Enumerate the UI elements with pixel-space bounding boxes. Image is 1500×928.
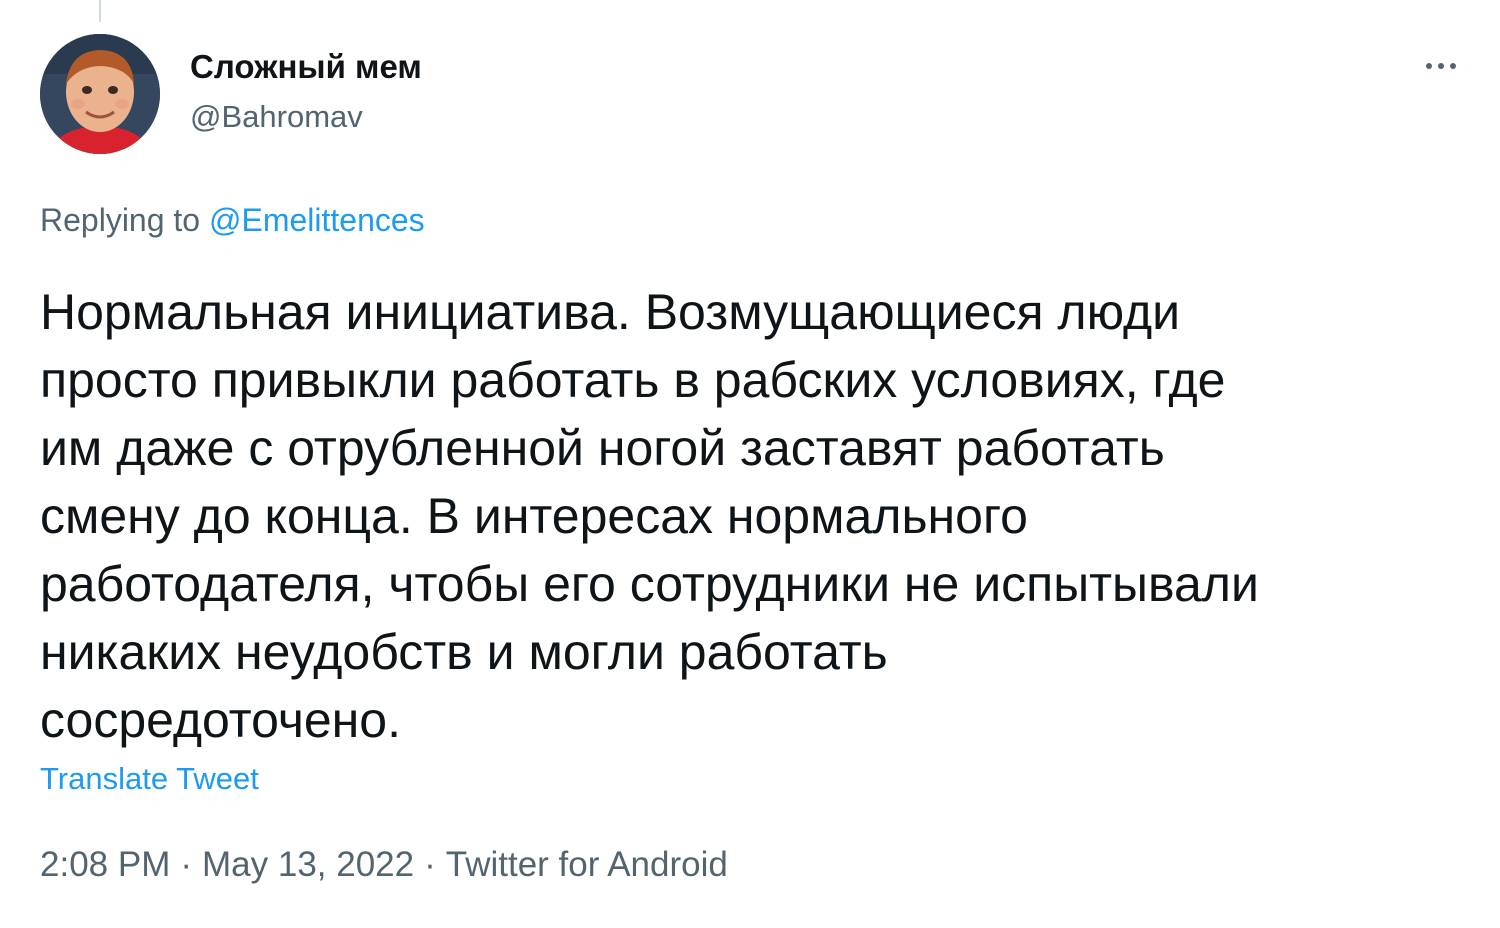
thread-connector-line bbox=[99, 0, 101, 22]
tweet-text-line: никаких неудобств и могли работать bbox=[40, 624, 888, 680]
tweet-time[interactable]: 2:08 PM bbox=[40, 845, 170, 884]
translate-tweet-link[interactable]: Translate Tweet bbox=[40, 758, 259, 800]
tweet-text-line: сосредоточено. bbox=[40, 692, 401, 748]
tweet-text-line: Нормальная инициатива. Возмущающиеся люд… bbox=[40, 284, 1181, 340]
author-info: Сложный мем @Bahromav bbox=[190, 44, 422, 140]
replying-to-mention-link[interactable]: @Emelittences bbox=[209, 202, 425, 238]
tweet-text-line: работодателя, чтобы его сотрудники не ис… bbox=[40, 556, 1259, 612]
meta-separator: · bbox=[424, 845, 436, 884]
tweet-text: Нормальная инициатива. Возмущающиеся люд… bbox=[40, 278, 1480, 754]
tweet-text-line: смену до конца. В интересах нормального bbox=[40, 488, 1028, 544]
tweet-date[interactable]: May 13, 2022 bbox=[202, 845, 414, 884]
tweet-source-link[interactable]: Twitter for Android bbox=[446, 845, 728, 884]
author-avatar[interactable] bbox=[40, 34, 160, 154]
more-options-button[interactable] bbox=[1416, 48, 1466, 84]
author-handle[interactable]: @Bahromav bbox=[190, 94, 422, 140]
replying-to: Replying to @Emelittences bbox=[40, 196, 425, 244]
tweet-text-line: им даже с отрубленной ногой заставят раб… bbox=[40, 420, 1165, 476]
replying-to-prefix: Replying to bbox=[40, 202, 201, 238]
more-horizontal-icon bbox=[1426, 63, 1432, 69]
tweet-metadata: 2:08 PM · May 13, 2022 · Twitter for Android bbox=[40, 842, 728, 888]
meta-separator: · bbox=[180, 845, 193, 884]
child-portrait-avatar-icon bbox=[40, 34, 160, 154]
tweet-text-line: просто привыкли работать в рабских услов… bbox=[40, 352, 1226, 408]
author-display-name[interactable]: Сложный мем bbox=[190, 44, 422, 90]
